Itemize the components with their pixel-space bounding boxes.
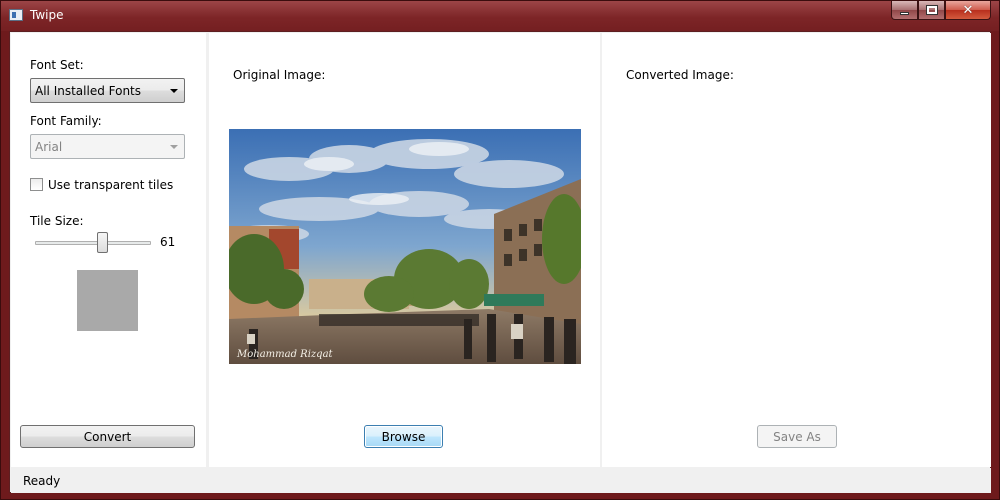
transparent-tiles-label[interactable]: Use transparent tiles (48, 178, 173, 192)
save-as-button[interactable]: Save As (757, 425, 837, 448)
tile-size-slider-thumb[interactable] (97, 232, 108, 253)
convert-button[interactable]: Convert (20, 425, 195, 448)
minimize-button[interactable] (891, 1, 918, 20)
window-title: Twipe (30, 8, 64, 22)
tile-size-label: Tile Size: (30, 214, 84, 228)
settings-panel: Font Set: All Installed Fonts Font Famil… (11, 33, 206, 467)
tile-size-value: 61 (160, 235, 176, 249)
app-icon[interactable] (9, 9, 23, 21)
original-image-photo: Mohammad Rizqat (229, 129, 581, 364)
original-image-label: Original Image: (233, 68, 326, 82)
transparent-tiles-checkbox[interactable] (30, 178, 43, 191)
font-family-dropdown[interactable]: Arial (30, 134, 185, 159)
browse-button[interactable]: Browse (364, 425, 443, 448)
app-window: Twipe ✕ Font Set: All Installed Fonts Fo… (0, 0, 1000, 500)
chevron-down-icon (170, 89, 178, 93)
tile-preview (77, 270, 138, 331)
font-family-value: Arial (35, 140, 63, 154)
status-text: Ready (23, 474, 61, 488)
font-set-dropdown[interactable]: All Installed Fonts (30, 78, 185, 103)
tile-size-slider-track[interactable] (35, 241, 151, 245)
title-bar[interactable]: Twipe ✕ (1, 1, 999, 31)
original-image: Mohammad Rizqat (229, 129, 581, 364)
caption-buttons: ✕ (891, 1, 991, 21)
font-set-value: All Installed Fonts (35, 84, 142, 98)
client-area: Font Set: All Installed Fonts Font Famil… (9, 31, 991, 493)
chevron-down-icon (170, 145, 178, 149)
close-button[interactable]: ✕ (945, 1, 991, 20)
font-set-label: Font Set: (30, 58, 84, 72)
minimize-icon (900, 11, 909, 15)
converted-image-label: Converted Image: (626, 68, 734, 82)
maximize-button[interactable] (918, 1, 945, 20)
close-icon: ✕ (962, 2, 974, 18)
maximize-icon (925, 5, 938, 15)
photo-signature: Mohammad Rizqat (236, 349, 334, 360)
status-bar: Ready (11, 468, 991, 493)
font-family-label: Font Family: (30, 114, 102, 128)
converted-image-panel: Converted Image: Save As (602, 33, 991, 467)
